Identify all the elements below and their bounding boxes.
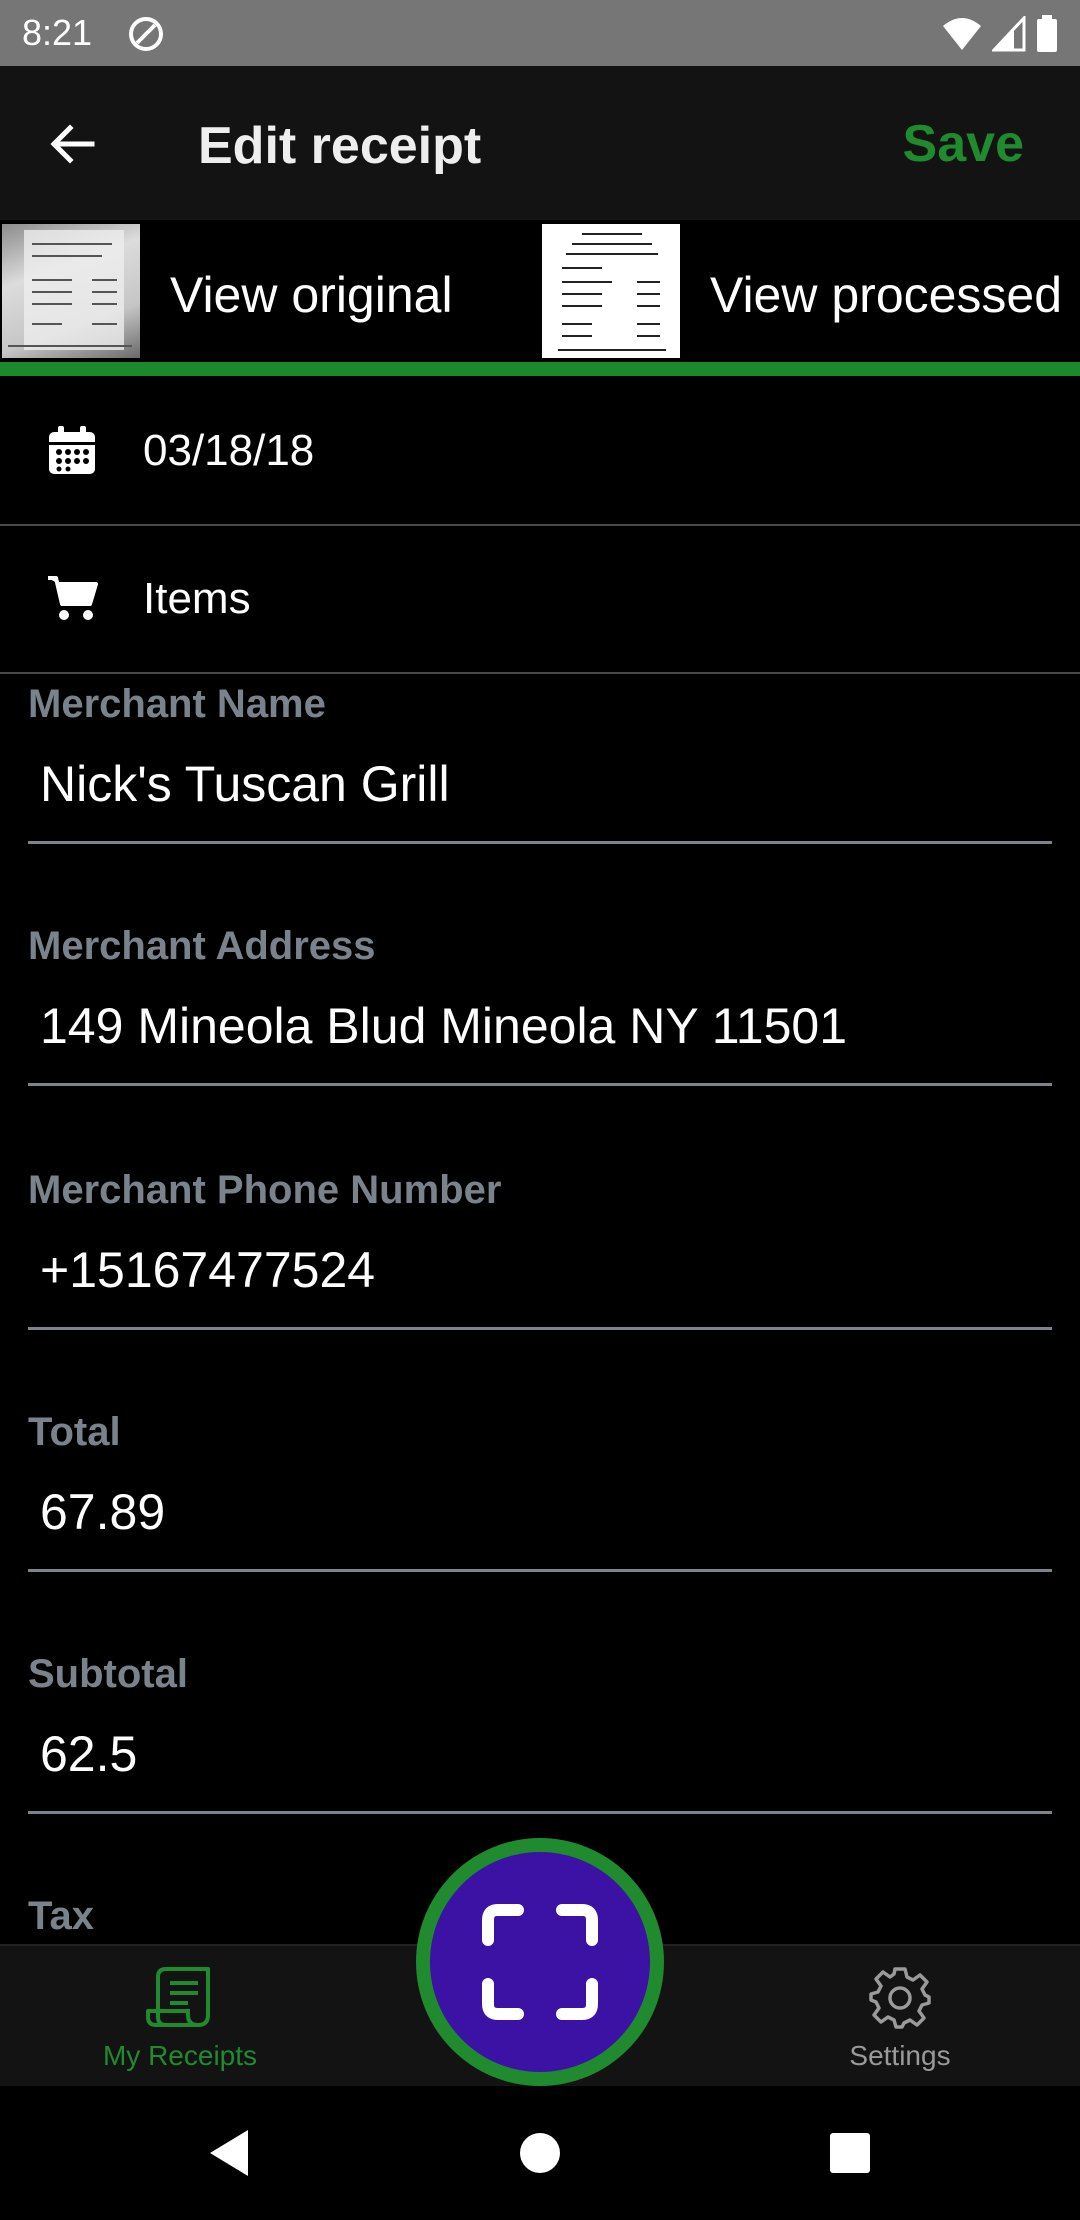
gear-icon xyxy=(869,1967,931,2029)
save-button[interactable]: Save xyxy=(903,114,1024,174)
original-receipt-thumbnail[interactable] xyxy=(2,224,140,358)
system-navigation-bar xyxy=(0,2086,1080,2220)
battery-icon xyxy=(1037,15,1057,52)
merchant-name-input[interactable]: Nick's Tuscan Grill xyxy=(28,753,1052,844)
receipt-photo-image xyxy=(8,230,132,350)
field-label: Merchant Address xyxy=(28,924,376,968)
merchant-phone-input[interactable]: +15167477524 xyxy=(28,1239,1052,1330)
view-processed-tab[interactable]: View processed xyxy=(710,266,1062,324)
scan-receipt-button[interactable] xyxy=(416,1838,664,2086)
items-row[interactable]: Items xyxy=(0,526,1080,674)
arrow-left-icon xyxy=(50,124,95,164)
scan-frame-icon xyxy=(482,1904,598,2020)
signal-icon xyxy=(992,16,1026,52)
items-label: Items xyxy=(143,574,251,623)
total-input[interactable]: 67.89 xyxy=(28,1481,1052,1572)
merchant-name-field: Merchant Name Nick's Tuscan Grill xyxy=(28,682,1052,844)
field-label: Merchant Name xyxy=(28,682,326,726)
receipt-icon xyxy=(146,1967,210,2027)
nav-my-receipts[interactable]: My Receipts xyxy=(60,1962,300,2072)
wifi-icon xyxy=(943,18,981,50)
field-label: Merchant Phone Number xyxy=(28,1168,502,1212)
data-saver-icon xyxy=(129,17,163,51)
merchant-address-input[interactable]: 149 Mineola Blud Mineola NY 11501 xyxy=(28,995,1052,1086)
back-button[interactable] xyxy=(40,112,104,176)
system-back-button[interactable] xyxy=(196,2120,262,2186)
cart-icon xyxy=(44,570,100,626)
subtotal-field: Subtotal 62.5 xyxy=(28,1652,1052,1814)
processed-receipt-thumbnail[interactable] xyxy=(542,224,680,358)
tab-indicator xyxy=(0,362,1080,376)
subtotal-input[interactable]: 62.5 xyxy=(28,1723,1052,1814)
app-bar: Edit receipt Save xyxy=(0,66,1080,220)
merchant-address-field: Merchant Address 149 Mineola Blud Mineol… xyxy=(28,924,1052,1086)
field-label: Total xyxy=(28,1410,121,1454)
nav-settings-label: Settings xyxy=(849,2040,951,2071)
triangle-back-icon xyxy=(210,2130,248,2176)
page-title: Edit receipt xyxy=(198,117,482,175)
nav-my-receipts-label: My Receipts xyxy=(102,2040,258,2071)
square-recents-icon xyxy=(830,2133,870,2173)
system-recents-button[interactable] xyxy=(817,2120,883,2186)
status-icons xyxy=(942,14,1058,54)
total-field: Total 67.89 xyxy=(28,1410,1052,1572)
nav-settings[interactable]: Settings xyxy=(780,1962,1020,2072)
merchant-phone-field: Merchant Phone Number +15167477524 xyxy=(28,1168,1052,1330)
system-home-button[interactable] xyxy=(507,2120,573,2186)
receipt-date: 03/18/18 xyxy=(143,426,315,475)
status-time: 8:21 xyxy=(22,12,93,53)
status-bar: 8:21 xyxy=(0,0,1080,66)
calendar-icon xyxy=(44,422,100,478)
circle-home-icon xyxy=(520,2133,560,2173)
processed-receipt-image xyxy=(558,233,666,351)
field-label: Subtotal xyxy=(28,1652,188,1696)
view-original-tab[interactable]: View original xyxy=(170,266,453,324)
date-row[interactable]: 03/18/18 xyxy=(0,378,1080,526)
receipt-image-tabs: View original View processed xyxy=(0,220,1080,376)
